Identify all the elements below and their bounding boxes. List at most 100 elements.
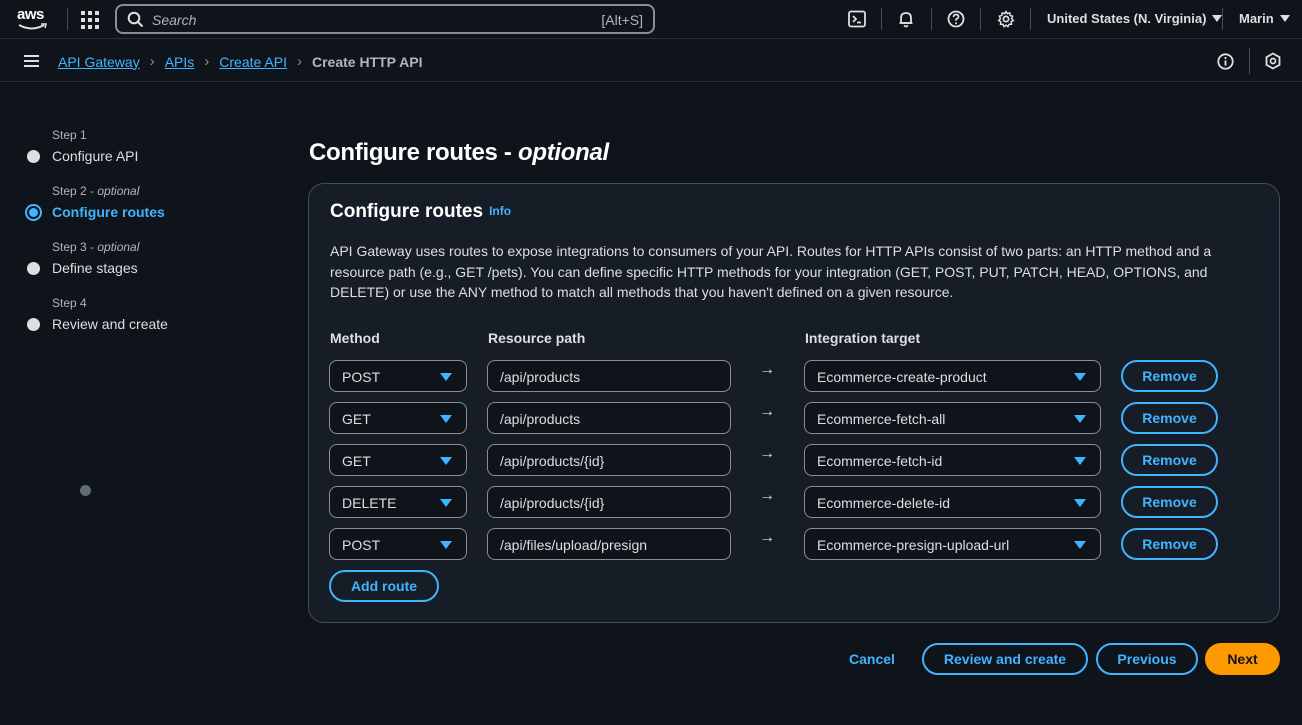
account-menu[interactable]: Marin (1239, 11, 1290, 26)
breadcrumb-create-api[interactable]: Create API (219, 54, 287, 70)
info-link[interactable]: Info (489, 204, 511, 218)
step-define-stages[interactable]: Step 3 - optional Define stages (26, 240, 266, 290)
aws-smile-icon (18, 23, 48, 30)
resource-path-input[interactable]: /api/products/{id} (487, 444, 731, 476)
panel-description: API Gateway uses routes to expose integr… (330, 243, 1212, 300)
caret-down-icon (1074, 541, 1086, 549)
region-selector[interactable]: United States (N. Virginia) (1047, 11, 1223, 26)
menu-icon[interactable] (24, 55, 39, 67)
info-icon[interactable] (1217, 53, 1234, 70)
step-label: Configure API (52, 148, 139, 164)
step-review-and-create[interactable]: Step 4 Review and create (26, 296, 266, 346)
next-button[interactable]: Next (1205, 643, 1280, 675)
divider (1222, 8, 1223, 30)
search-shortcut: [Alt+S] (601, 12, 643, 28)
search-placeholder: Search (152, 12, 197, 28)
settings-hexagon-icon[interactable] (1264, 52, 1282, 70)
arrow-right-icon: → (759, 487, 775, 504)
divider (931, 8, 932, 30)
method-select[interactable]: POST (329, 528, 467, 560)
resource-path-input[interactable]: /api/files/upload/presign (487, 528, 731, 560)
method-select[interactable]: POST (329, 360, 467, 392)
step-number: Step 1 (52, 128, 87, 142)
route-row: GET/api/products/{id} → Ecommerce-fetch-id… (329, 444, 1219, 476)
resource-path-input[interactable]: /api/products (487, 402, 731, 434)
resource-path-input[interactable]: /api/products/{id} (487, 486, 731, 518)
breadcrumb-api-gateway[interactable]: API Gateway (58, 54, 140, 70)
caret-down-icon (440, 499, 452, 507)
remove-route-button[interactable]: Remove (1121, 360, 1218, 392)
integration-target-select[interactable]: Ecommerce-create-product (804, 360, 1101, 392)
aws-logo[interactable]: aws (17, 6, 49, 32)
cloudshell-icon[interactable] (848, 10, 866, 28)
search-input[interactable]: Search [Alt+S] (115, 4, 655, 34)
step-label: Define stages (52, 260, 138, 276)
remove-route-button[interactable]: Remove (1121, 528, 1218, 560)
breadcrumb-apis[interactable]: APIs (165, 54, 195, 70)
breadcrumb: API Gateway › APIs › Create API › Create… (58, 53, 422, 70)
step-configure-api[interactable]: Step 1 Configure API (26, 128, 266, 178)
chevron-right-icon: › (149, 53, 155, 70)
method-select[interactable]: GET (329, 402, 467, 434)
remove-route-button[interactable]: Remove (1121, 402, 1218, 434)
column-header-resource-path: Resource path (488, 330, 586, 346)
step-number: Step 4 (52, 296, 87, 310)
resource-path-value: /api/products (500, 411, 581, 427)
remove-route-button[interactable]: Remove (1121, 444, 1218, 476)
top-navigation-bar: aws Search [Alt+S] United States (N. Vir… (0, 0, 1302, 39)
step-dot-icon (27, 262, 40, 275)
breadcrumb-bar: API Gateway › APIs › Create API › Create… (0, 40, 1302, 82)
caret-down-icon (1074, 373, 1086, 381)
chevron-right-icon: › (204, 53, 210, 70)
column-header-method: Method (330, 330, 380, 346)
route-row: DELETE/api/products/{id} → Ecommerce-delet… (329, 486, 1219, 518)
caret-down-icon (1279, 15, 1290, 22)
method-value: GET (342, 453, 371, 469)
account-name: Marin (1239, 11, 1274, 26)
add-route-button[interactable]: Add route (329, 570, 439, 602)
previous-button[interactable]: Previous (1096, 643, 1198, 675)
chevron-right-icon: › (296, 53, 302, 70)
divider (881, 8, 882, 30)
step-configure-routes[interactable]: Step 2 - optional Configure routes (25, 184, 266, 234)
resource-path-value: /api/products (500, 369, 581, 385)
integration-target-value: Ecommerce-fetch-id (817, 453, 943, 469)
method-value: POST (342, 369, 381, 385)
page-title: Configure routes - optional (309, 139, 609, 166)
resource-path-value: /api/products/{id} (500, 453, 605, 469)
method-select[interactable]: DELETE (329, 486, 467, 518)
integration-target-select[interactable]: Ecommerce-presign-upload-url (804, 528, 1101, 560)
step-label: Review and create (52, 316, 168, 332)
cancel-button[interactable]: Cancel (849, 651, 895, 667)
integration-target-select[interactable]: Ecommerce-fetch-all (804, 402, 1101, 434)
apps-grid-icon[interactable] (81, 11, 99, 29)
method-value: DELETE (342, 495, 397, 511)
route-row: POST/api/products → Ecommerce-create-produ… (329, 360, 1219, 392)
resource-path-value: /api/files/upload/presign (500, 537, 648, 553)
column-header-integration-target: Integration target (805, 330, 921, 346)
help-icon[interactable] (947, 10, 965, 28)
configure-routes-panel: Configure routes Info API Gateway uses ro… (308, 183, 1280, 623)
caret-down-icon (1074, 415, 1086, 423)
gear-icon[interactable] (997, 10, 1015, 28)
caret-down-icon (1212, 15, 1223, 22)
bell-icon[interactable] (897, 10, 915, 28)
step-active-dot-icon (25, 204, 42, 221)
divider (1249, 48, 1250, 74)
method-select[interactable]: GET (329, 444, 467, 476)
review-and-create-button[interactable]: Review and create (922, 643, 1088, 675)
arrow-right-icon: → (759, 529, 775, 546)
resource-path-input[interactable]: /api/products (487, 360, 731, 392)
integration-target-value: Ecommerce-delete-id (817, 495, 951, 511)
step-number: Step 2 - optional (52, 184, 140, 198)
arrow-right-icon: → (759, 403, 775, 420)
route-row: GET/api/products → Ecommerce-fetch-all Remo… (329, 402, 1219, 434)
integration-target-select[interactable]: Ecommerce-delete-id (804, 486, 1101, 518)
remove-route-button[interactable]: Remove (1121, 486, 1218, 518)
caret-down-icon (1074, 499, 1086, 507)
integration-target-select[interactable]: Ecommerce-fetch-id (804, 444, 1101, 476)
step-number: Step 3 - optional (52, 240, 140, 254)
arrow-right-icon: → (759, 445, 775, 462)
breadcrumb-current: Create HTTP API (311, 53, 423, 70)
step-dot-icon (27, 150, 40, 163)
